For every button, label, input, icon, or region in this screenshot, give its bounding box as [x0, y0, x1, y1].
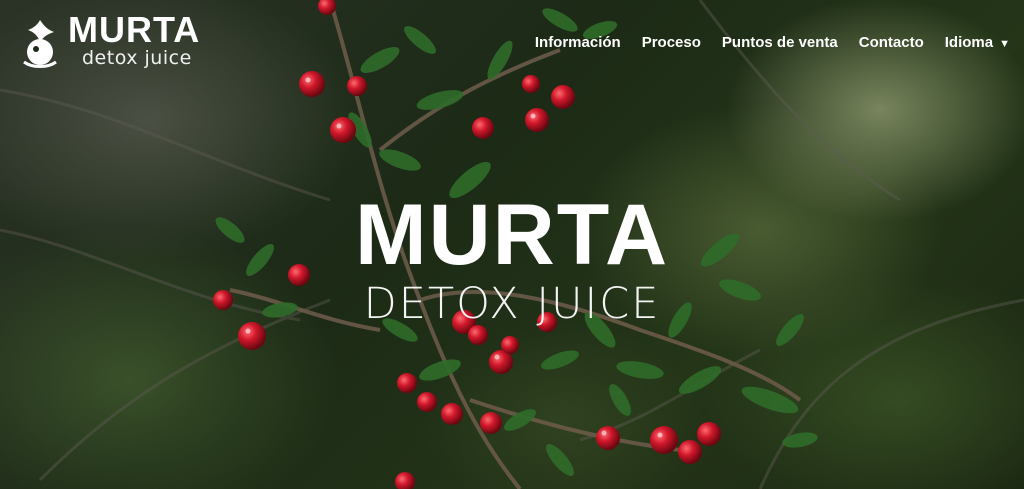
nav-item-puntos-de-venta[interactable]: Puntos de venta: [722, 34, 838, 51]
brand-subtitle: detox juice: [82, 47, 192, 69]
nav-item-proceso[interactable]: Proceso: [642, 34, 701, 51]
brand-title: MURTA: [68, 9, 201, 50]
hero-title: MURTA: [354, 187, 670, 283]
hero-subtitle: DETOX JUICE: [363, 279, 661, 329]
nav-item-contacto[interactable]: Contacto: [859, 34, 924, 51]
nav-item-idioma[interactable]: Idioma ▼: [945, 34, 1010, 51]
nav-item-informacion[interactable]: Información: [535, 34, 621, 51]
caret-down-icon: ▼: [999, 38, 1010, 50]
nav-item-idioma-label: Idioma: [944, 34, 994, 51]
brand-logo[interactable]: MURTA detox juice: [18, 12, 200, 68]
murta-berry-logo-icon: [23, 20, 57, 68]
main-navigation: Información Proceso Puntos de venta Cont…: [514, 34, 1010, 51]
